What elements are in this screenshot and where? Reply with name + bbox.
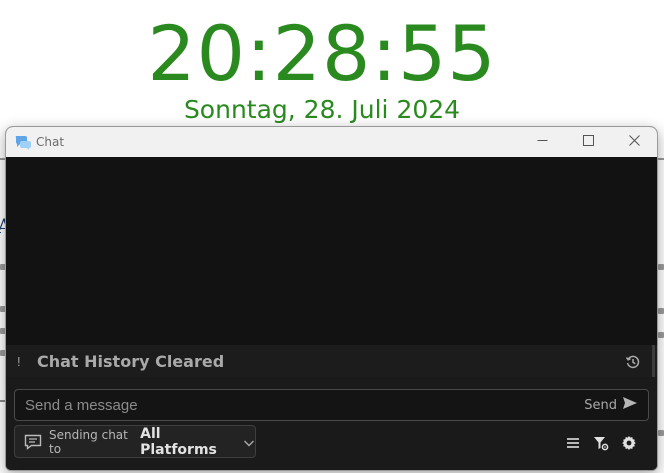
maximize-icon [582,133,594,151]
chat-window: Chat ! Chat History Cleared Send a messa… [5,126,658,471]
chat-target-selector[interactable]: Sending chat to All Platforms [14,425,256,458]
background-fragment [657,158,664,160]
clock-date: Sonntag, 28. Juli 2024 [183,95,461,124]
minimize-icon [537,133,548,151]
system-message-text: Chat History Cleared [37,351,225,371]
send-button[interactable]: Send [584,396,638,414]
chevron-down-icon [243,436,255,448]
background-fragment [658,308,664,314]
close-button[interactable] [611,127,657,157]
system-message-marker: ! [17,353,21,369]
chat-scrollbar[interactable] [652,345,655,377]
window-title: Chat [36,135,65,149]
send-label: Send [584,397,617,413]
system-message: ! Chat History Cleared [6,345,657,377]
minimize-button[interactable] [519,127,565,157]
composer-panel: Send Sending chat to All Platforms [6,377,657,470]
close-icon [628,133,640,151]
list-icon[interactable] [565,435,581,451]
gear-icon[interactable] [621,435,637,451]
chat-message-area[interactable] [6,157,657,345]
chat-target-value: All Platforms [140,425,217,458]
clock-time: 20:28:55 [147,9,497,98]
history-icon[interactable] [625,354,641,370]
background-fragment [658,264,664,270]
message-box[interactable]: Send [14,389,649,421]
maximize-button[interactable] [565,127,611,157]
chat-target-prefix: Sending chat to [49,427,128,456]
title-bar[interactable]: Chat [6,127,657,157]
chat-bubbles-icon [14,133,32,151]
background-fragment [658,430,664,436]
filter-settings-icon[interactable] [593,435,609,451]
message-input[interactable] [15,390,585,420]
chat-target-icon [24,434,42,450]
background-fragment [658,332,664,338]
send-icon [622,396,638,414]
